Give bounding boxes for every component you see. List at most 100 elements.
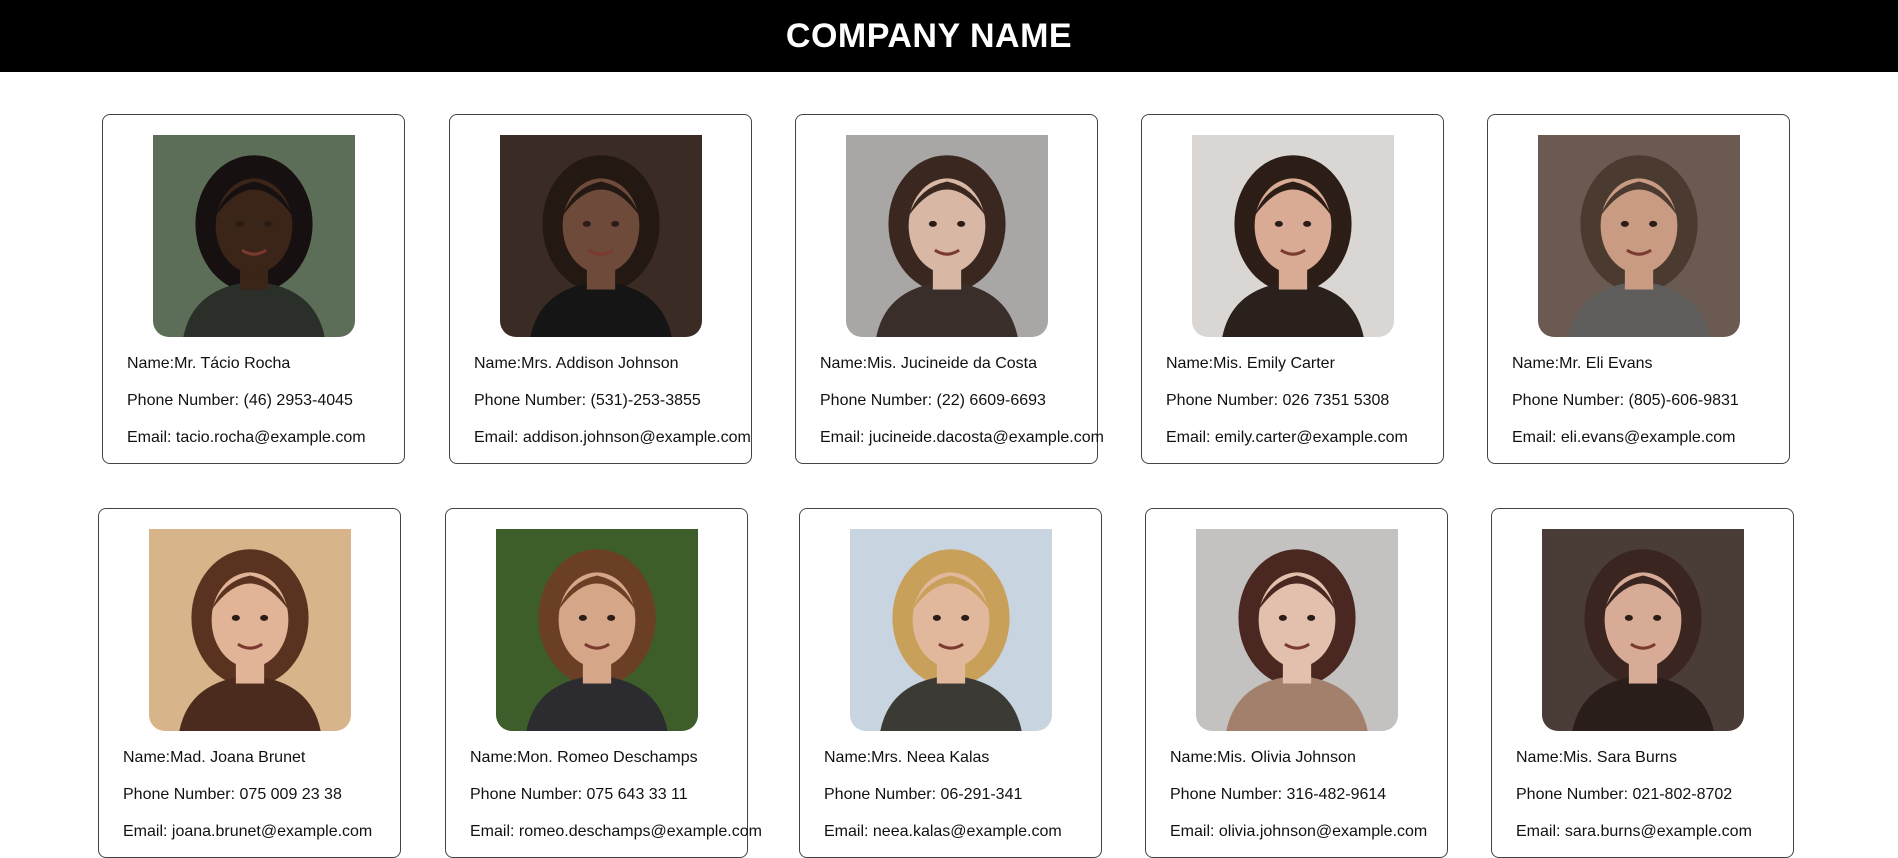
- person-email: addison.johnson@example.com: [522, 429, 751, 446]
- person-email: tacio.rocha@example.com: [175, 429, 366, 446]
- employee-card: Name:Mis. Sara Burns Phone Number: 021-8…: [1491, 508, 1794, 858]
- profile-photo: [1192, 135, 1394, 337]
- name-line: Name:Mrs. Addison Johnson: [474, 355, 679, 373]
- name-label: Name:: [1166, 355, 1214, 372]
- email-label: Email:: [824, 823, 873, 840]
- phone-label: Phone Number:: [123, 786, 240, 803]
- person-phone: 021-802-8702: [1632, 786, 1733, 803]
- phone-label: Phone Number:: [1516, 786, 1633, 803]
- phone-label: Phone Number:: [1170, 786, 1287, 803]
- email-label: Email:: [1166, 429, 1215, 446]
- email-label: Email:: [474, 429, 523, 446]
- phone-label: Phone Number:: [470, 786, 587, 803]
- name-label: Name:: [824, 749, 872, 766]
- name-line: Name:Mad. Joana Brunet: [123, 749, 305, 767]
- email-line: Email: addison.johnson@example.com: [474, 429, 751, 447]
- name-line: Name:Mis. Olivia Johnson: [1170, 749, 1356, 767]
- employee-card: Name:Mrs. Addison Johnson Phone Number: …: [449, 114, 752, 464]
- avatar-icon: [500, 135, 702, 337]
- phone-label: Phone Number:: [1512, 392, 1629, 409]
- person-email: eli.evans@example.com: [1560, 429, 1736, 446]
- profile-photo: [1196, 529, 1398, 731]
- employee-card: Name:Mad. Joana Brunet Phone Number: 075…: [98, 508, 401, 858]
- phone-label: Phone Number:: [820, 392, 937, 409]
- phone-line: Phone Number: 026 7351 5308: [1166, 392, 1389, 410]
- employee-card: Name:Mr. Tácio Rocha Phone Number: (46) …: [102, 114, 405, 464]
- avatar-icon: [1538, 135, 1740, 337]
- email-label: Email:: [1516, 823, 1565, 840]
- employee-card: Name:Mon. Romeo Deschamps Phone Number: …: [445, 508, 762, 858]
- phone-line: Phone Number: (22) 6609-6693: [820, 392, 1046, 410]
- phone-label: Phone Number:: [474, 392, 591, 409]
- email-line: Email: sara.burns@example.com: [1516, 823, 1752, 841]
- avatar-icon: [153, 135, 355, 337]
- person-name: Mis. Sara Burns: [1563, 749, 1677, 766]
- email-line: Email: olivia.johnson@example.com: [1170, 823, 1427, 841]
- name-label: Name:: [820, 355, 868, 372]
- name-label: Name:: [123, 749, 171, 766]
- person-email: emily.carter@example.com: [1214, 429, 1408, 446]
- person-email: romeo.deschamps@example.com: [518, 823, 762, 840]
- person-phone: (22) 6609-6693: [936, 392, 1046, 409]
- person-email: jucineide.dacosta@example.com: [868, 429, 1104, 446]
- avatar-icon: [149, 529, 351, 731]
- avatar-icon: [1196, 529, 1398, 731]
- person-phone: 06-291-341: [940, 786, 1023, 803]
- profile-photo: [850, 529, 1052, 731]
- name-line: Name:Mrs. Neea Kalas: [824, 749, 989, 767]
- email-label: Email:: [127, 429, 176, 446]
- name-line: Name:Mr. Tácio Rocha: [127, 355, 290, 373]
- profile-photo: [846, 135, 1048, 337]
- email-line: Email: eli.evans@example.com: [1512, 429, 1735, 447]
- person-phone: 316-482-9614: [1286, 786, 1387, 803]
- email-line: Email: tacio.rocha@example.com: [127, 429, 366, 447]
- name-label: Name:: [1516, 749, 1564, 766]
- person-email: joana.brunet@example.com: [171, 823, 373, 840]
- person-name: Mad. Joana Brunet: [170, 749, 306, 766]
- name-label: Name:: [470, 749, 518, 766]
- email-label: Email:: [123, 823, 172, 840]
- name-label: Name:: [127, 355, 175, 372]
- name-line: Name:Mr. Eli Evans: [1512, 355, 1652, 373]
- avatar-icon: [850, 529, 1052, 731]
- phone-line: Phone Number: 021-802-8702: [1516, 786, 1732, 804]
- name-label: Name:: [1170, 749, 1218, 766]
- email-label: Email:: [470, 823, 519, 840]
- header-bar: COMPANY NAME: [0, 0, 1898, 72]
- person-name: Mr. Eli Evans: [1559, 355, 1653, 372]
- person-phone: (531)-253-3855: [590, 392, 701, 409]
- email-line: Email: romeo.deschamps@example.com: [470, 823, 762, 841]
- person-email: sara.burns@example.com: [1564, 823, 1752, 840]
- employee-card: Name:Mr. Eli Evans Phone Number: (805)-6…: [1487, 114, 1790, 464]
- avatar-icon: [846, 135, 1048, 337]
- phone-label: Phone Number:: [127, 392, 244, 409]
- employee-card: Name:Mis. Jucineide da Costa Phone Numbe…: [795, 114, 1104, 464]
- email-label: Email:: [820, 429, 869, 446]
- name-line: Name:Mis. Emily Carter: [1166, 355, 1335, 373]
- name-line: Name:Mis. Sara Burns: [1516, 749, 1677, 767]
- phone-line: Phone Number: 06-291-341: [824, 786, 1022, 804]
- name-label: Name:: [1512, 355, 1560, 372]
- phone-label: Phone Number:: [824, 786, 941, 803]
- person-phone: 026 7351 5308: [1282, 392, 1390, 409]
- profile-photo: [1538, 135, 1740, 337]
- employee-card: Name:Mis. Emily Carter Phone Number: 026…: [1141, 114, 1444, 464]
- person-name: Mrs. Addison Johnson: [521, 355, 679, 372]
- phone-line: Phone Number: 316-482-9614: [1170, 786, 1386, 804]
- person-name: Mis. Emily Carter: [1213, 355, 1335, 372]
- name-line: Name:Mis. Jucineide da Costa: [820, 355, 1037, 373]
- person-email: neea.kalas@example.com: [872, 823, 1062, 840]
- email-line: Email: joana.brunet@example.com: [123, 823, 372, 841]
- employee-card: Name:Mrs. Neea Kalas Phone Number: 06-29…: [799, 508, 1102, 858]
- phone-label: Phone Number:: [1166, 392, 1283, 409]
- name-line: Name:Mon. Romeo Deschamps: [470, 749, 698, 767]
- phone-line: Phone Number: (46) 2953-4045: [127, 392, 353, 410]
- email-line: Email: neea.kalas@example.com: [824, 823, 1062, 841]
- email-label: Email:: [1170, 823, 1219, 840]
- name-label: Name:: [474, 355, 522, 372]
- person-email: olivia.johnson@example.com: [1218, 823, 1428, 840]
- email-line: Email: emily.carter@example.com: [1166, 429, 1408, 447]
- person-name: Mr. Tácio Rocha: [174, 355, 291, 372]
- person-phone: (46) 2953-4045: [243, 392, 353, 409]
- phone-line: Phone Number: 075 009 23 38: [123, 786, 342, 804]
